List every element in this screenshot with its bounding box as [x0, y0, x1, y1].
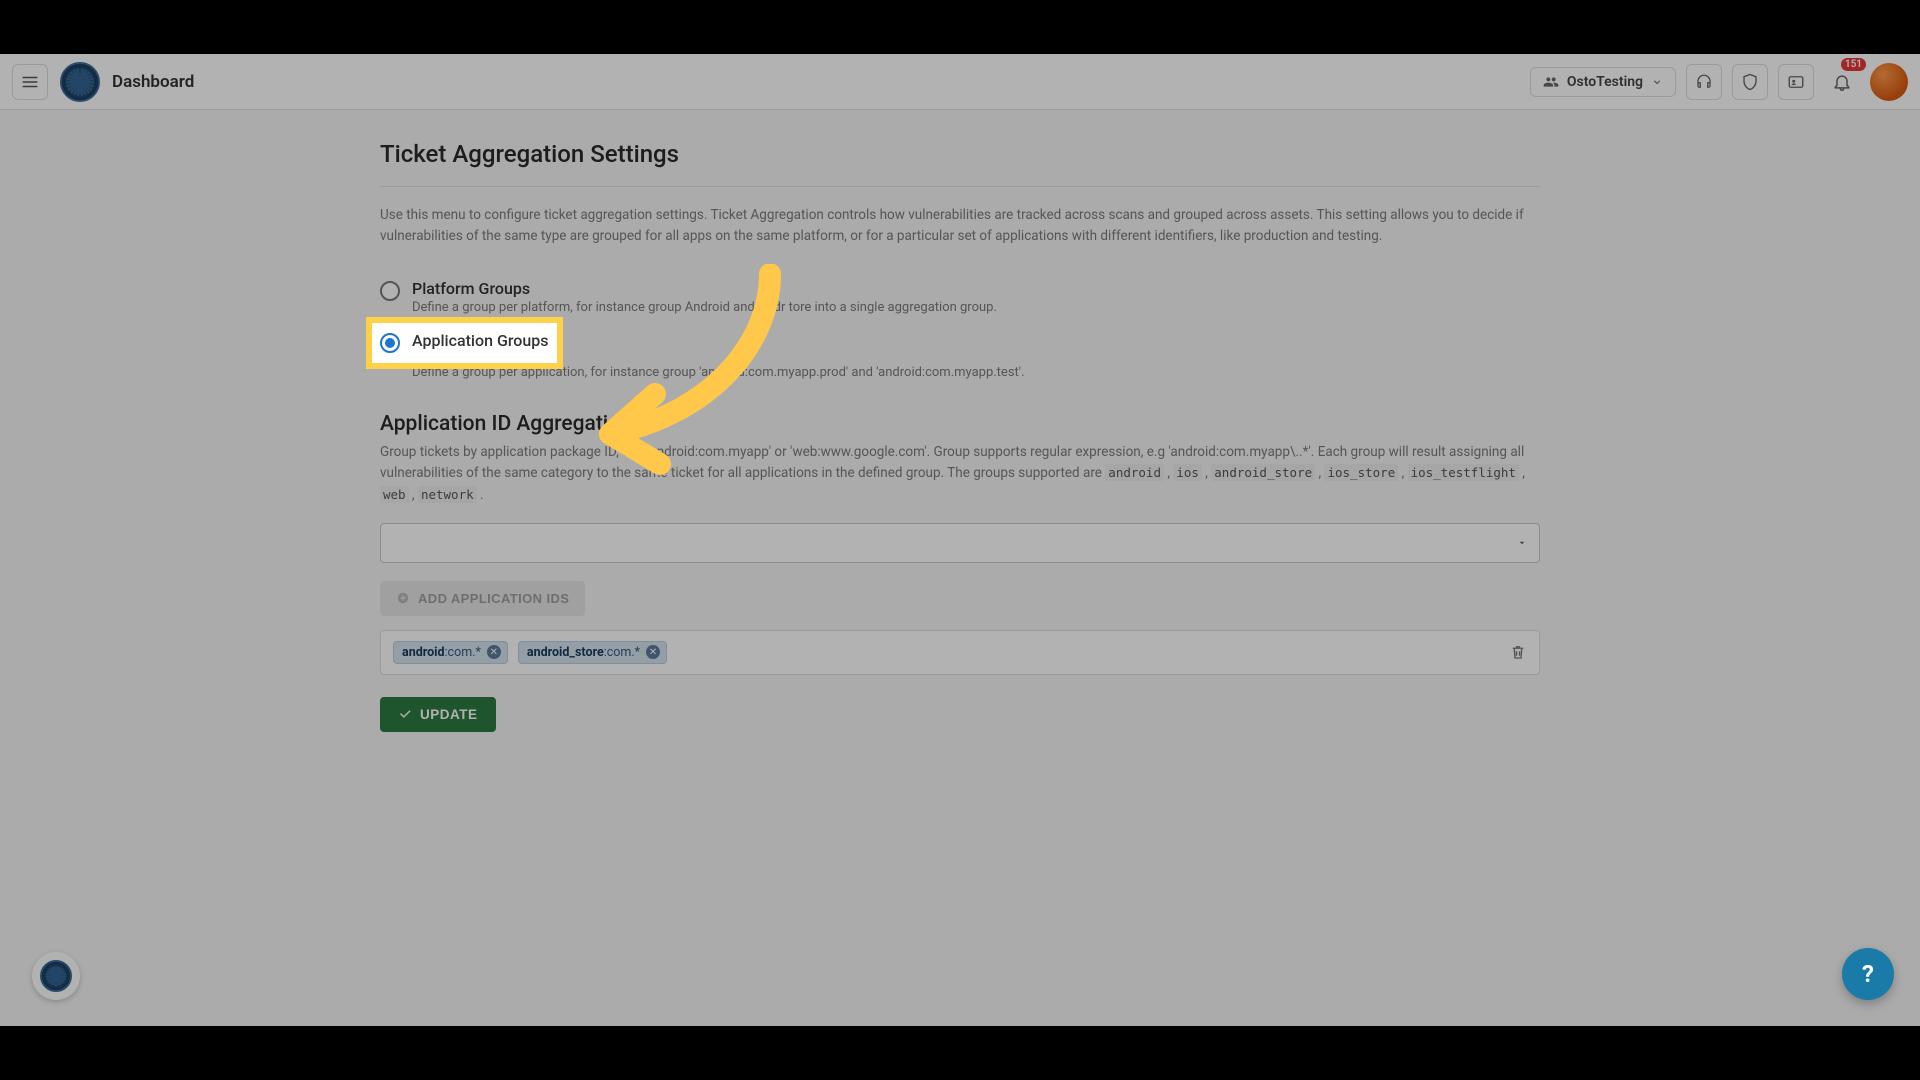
radio-sublabel: Define a group per platform, for instanc… — [412, 300, 997, 315]
chip-remove-icon[interactable]: ✕ — [487, 645, 501, 659]
subsection-title: Application ID Aggregation — [380, 412, 1540, 436]
org-name: OstoTesting — [1567, 74, 1643, 90]
chip-android-store[interactable]: android_store:com.* ✕ — [518, 641, 667, 664]
main-content: Ticket Aggregation Settings Use this men… — [360, 110, 1560, 762]
chip-remove-icon[interactable]: ✕ — [646, 645, 660, 659]
page-title: Dashboard — [112, 72, 194, 92]
id-card-icon — [1787, 73, 1805, 91]
radio-platform-groups[interactable]: Platform Groups Define a group per platf… — [380, 273, 1540, 321]
notifications-button[interactable]: 151 — [1824, 64, 1860, 100]
application-id-row: android:com.* ✕ android_store:com.* ✕ — [380, 630, 1540, 675]
floating-logo[interactable] — [32, 952, 80, 1000]
plus-circle-icon — [396, 591, 410, 605]
id-card-button[interactable] — [1778, 64, 1814, 100]
application-id-select[interactable] — [380, 523, 1540, 563]
headset-button[interactable] — [1686, 64, 1722, 100]
radio-icon[interactable] — [380, 281, 400, 301]
section-title: Ticket Aggregation Settings — [380, 140, 1540, 187]
trash-icon — [1509, 643, 1527, 661]
app-logo — [60, 62, 100, 102]
chip-android[interactable]: android:com.* ✕ — [393, 641, 508, 664]
radio-label: Application Groups — [412, 331, 549, 350]
group-icon — [1543, 74, 1559, 90]
radio-sublabel: Define a group per application, for inst… — [412, 365, 1540, 380]
notification-badge: 151 — [1841, 58, 1866, 71]
hamburger-icon — [21, 73, 39, 91]
add-application-ids-button[interactable]: ADD APPLICATION IDS — [380, 581, 585, 616]
question-icon: ? — [1862, 960, 1874, 988]
headset-icon — [1695, 73, 1713, 91]
highlighted-option: Application Groups — [372, 323, 557, 363]
subsection-description: Group tickets by application package ID,… — [380, 442, 1540, 507]
radio-icon-checked[interactable] — [380, 333, 400, 353]
bell-icon — [1832, 72, 1852, 92]
radio-application-groups[interactable]: Application Groups — [380, 331, 549, 353]
section-description: Use this menu to configure ticket aggreg… — [380, 205, 1540, 247]
check-icon — [398, 707, 412, 721]
caret-down-icon — [1517, 538, 1527, 548]
org-switcher[interactable]: OstoTesting — [1530, 67, 1676, 97]
radio-label: Platform Groups — [412, 279, 997, 298]
shield-icon — [1741, 73, 1759, 91]
top-bar: Dashboard OstoTesting 151 — [0, 54, 1920, 110]
help-button[interactable]: ? — [1842, 948, 1894, 1000]
shield-button[interactable] — [1732, 64, 1768, 100]
update-button[interactable]: UPDATE — [380, 697, 496, 732]
chevron-down-icon — [1651, 76, 1663, 88]
menu-button[interactable] — [12, 64, 48, 100]
user-avatar[interactable] — [1870, 63, 1908, 101]
delete-row-button[interactable] — [1509, 643, 1527, 661]
